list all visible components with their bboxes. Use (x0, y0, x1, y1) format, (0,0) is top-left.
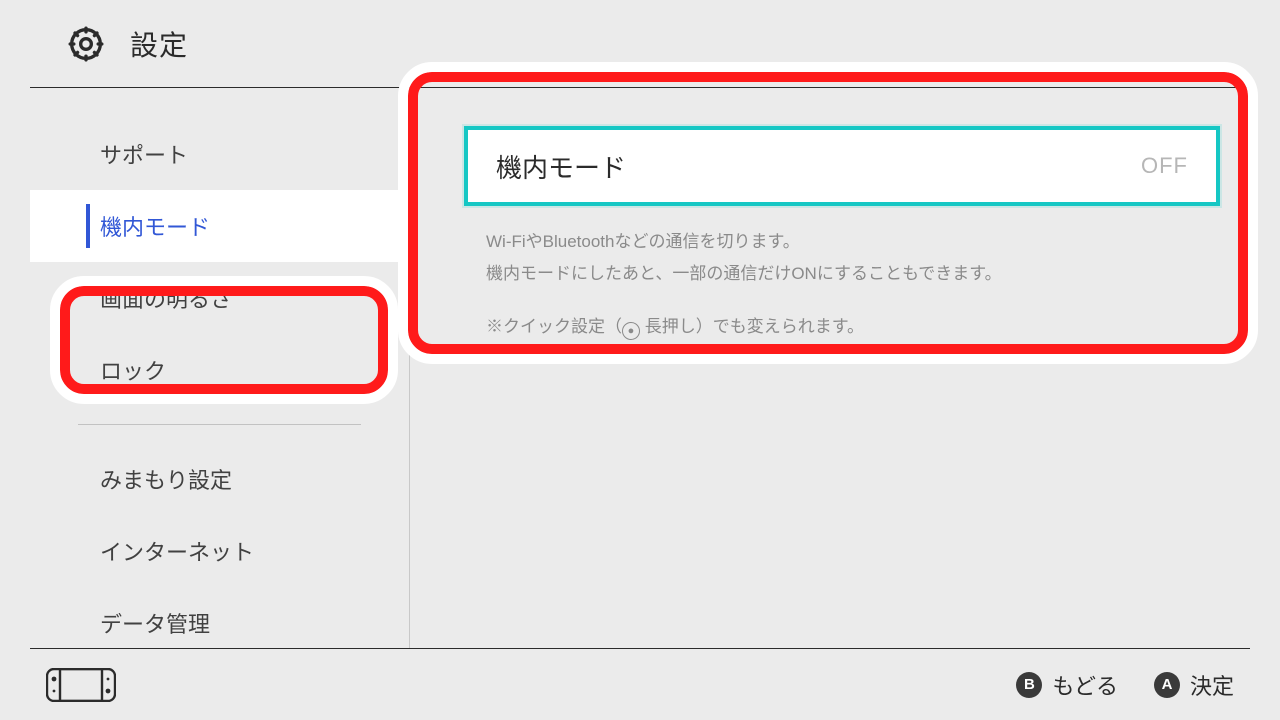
header: 設定 (30, 0, 1250, 88)
airplane-mode-toggle[interactable]: 機内モード OFF (464, 126, 1220, 206)
sidebar-item-lock[interactable]: ロック (30, 334, 409, 406)
sidebar-item-parental[interactable]: みまもり設定 (30, 443, 409, 515)
sidebar-item-label: 機内モード (100, 210, 210, 242)
page-title: 設定 (130, 24, 188, 64)
sidebar-item-internet[interactable]: インターネット (30, 515, 409, 587)
gear-icon (66, 24, 106, 64)
controller-icon (46, 668, 116, 702)
sidebar-item-label: データ管理 (100, 607, 210, 639)
toggle-value: OFF (1141, 153, 1188, 179)
desc-line: 機内モードにしたあと、一部の通信だけONにすることもできます。 (486, 258, 1216, 290)
b-button-icon: B (1016, 672, 1042, 698)
sidebar-item-label: 画面の明るさ (100, 282, 232, 314)
description: Wi-FiやBluetoothなどの通信を切ります。 機内モードにしたあと、一部… (464, 206, 1220, 343)
toggle-label: 機内モード (496, 148, 626, 185)
sidebar-item-label: ロック (100, 354, 166, 386)
sidebar-item-label: みまもり設定 (100, 463, 232, 495)
footer-hint-ok[interactable]: A 決定 (1154, 669, 1234, 701)
home-button-icon: ● (622, 322, 640, 340)
sidebar-item-brightness[interactable]: 画面の明るさ (30, 262, 409, 334)
sidebar-divider (78, 424, 361, 425)
sidebar-item-label: サポート (100, 138, 188, 170)
sidebar-item-airplane-mode[interactable]: 機内モード (30, 190, 409, 262)
main-panel: 機内モード OFF Wi-FiやBluetoothなどの通信を切ります。 機内モ… (410, 88, 1250, 648)
footer-hint-back[interactable]: B もどる (1016, 669, 1118, 701)
hint-label: 決定 (1190, 669, 1234, 701)
sidebar-item-support[interactable]: サポート (30, 118, 409, 190)
a-button-icon: A (1154, 672, 1180, 698)
sidebar-item-label: インターネット (100, 535, 254, 567)
footer: B もどる A 決定 (30, 648, 1250, 720)
desc-note: ※クイック設定（● 長押し）でも変えられます。 (486, 311, 1216, 343)
desc-line: Wi-FiやBluetoothなどの通信を切ります。 (486, 226, 1216, 258)
hint-label: もどる (1052, 669, 1118, 701)
sidebar: サポート 機内モード 画面の明るさ ロック みまもり設定 インターネット データ… (30, 88, 410, 648)
content: サポート 機内モード 画面の明るさ ロック みまもり設定 インターネット データ… (30, 88, 1250, 648)
